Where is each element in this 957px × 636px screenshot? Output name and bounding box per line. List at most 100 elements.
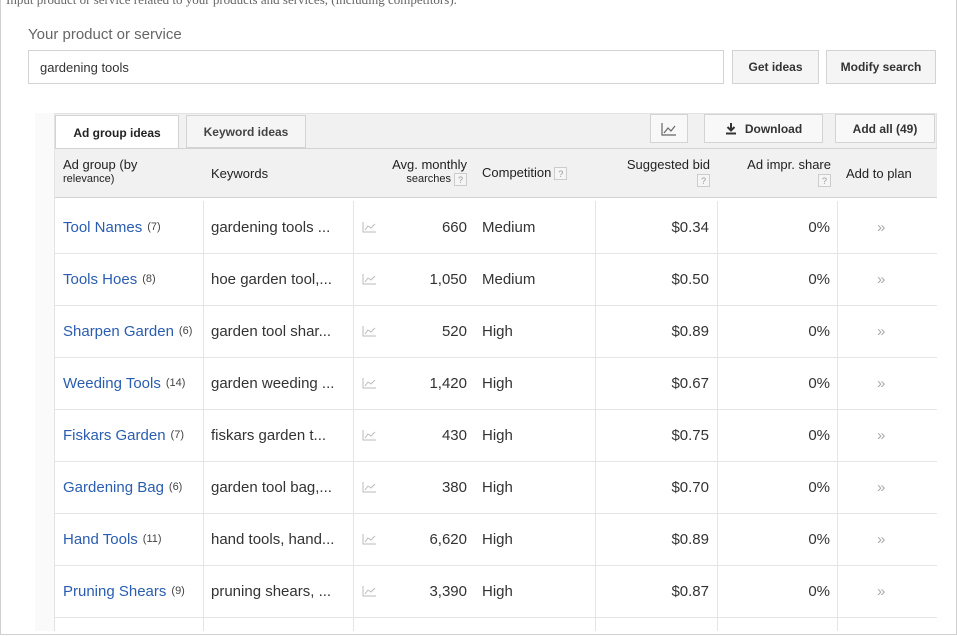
header-avg-monthly-searches[interactable]: Avg. monthly searches? [377, 157, 467, 187]
trend-icon[interactable] [362, 565, 377, 617]
ad-group-link[interactable]: Fiskars Garden (7) [63, 409, 184, 461]
header-ad-impr-share[interactable]: Ad impr. share ? [731, 157, 831, 188]
table-row: Hand Tools (11) hand tools, hand... 6,620… [55, 513, 937, 566]
header-share-label: Ad impr. share [747, 157, 831, 172]
searches-cell: 520 [441, 322, 467, 340]
ad-group-name[interactable]: Pruning Shears [63, 583, 166, 600]
ad-group-link[interactable]: Weeding Tools (14) [63, 357, 185, 409]
modify-search-button[interactable]: Modify search [826, 50, 936, 84]
searches-cell: 660 [441, 218, 467, 236]
ad-group-name[interactable]: Sharpen Garden [63, 323, 174, 340]
top-clip-text: Input product or service related to your… [0, 0, 957, 8]
add-to-plan-icon[interactable]: » [877, 253, 885, 305]
ad-group-link[interactable]: Hand Tools (11) [63, 513, 162, 565]
trend-icon[interactable] [362, 409, 377, 461]
header-searches-line2: searches [406, 173, 451, 185]
ad-group-count: (8) [142, 273, 156, 285]
chart-toggle-button[interactable] [650, 114, 688, 143]
tab-keyword-ideas[interactable]: Keyword ideas [186, 115, 306, 148]
header-ad-group[interactable]: Ad group (by relevance) [63, 158, 137, 186]
download-button[interactable]: Download [704, 114, 823, 143]
get-ideas-button[interactable]: Get ideas [732, 50, 819, 84]
keywords-cell: gardening tools ... [211, 218, 331, 236]
add-all-button[interactable]: Add all (49) [835, 114, 935, 143]
keywords-cell: hoe garden tool,... [211, 270, 332, 288]
header-competition[interactable]: Competition? [482, 165, 568, 181]
help-icon[interactable]: ? [554, 167, 568, 181]
keywords-cell: garden tool shar... [211, 322, 332, 340]
searches-cell: 380 [441, 478, 467, 496]
tab-ad-group-ideas[interactable]: Ad group ideas [55, 115, 179, 150]
bid-cell: $0.87 [671, 582, 709, 600]
share-cell: 0% [808, 582, 830, 600]
ad-group-name[interactable]: Hand Tools [63, 531, 138, 548]
help-icon[interactable]: ? [697, 174, 710, 188]
ad-group-link[interactable]: Sharpen Garden (6) [63, 305, 192, 357]
share-cell: 0% [808, 218, 830, 236]
ad-group-name[interactable]: Gardening Bag [63, 479, 164, 496]
searches-cell: 3,390 [429, 582, 467, 600]
ad-group-count: (9) [171, 585, 185, 597]
add-to-plan-icon[interactable]: » [877, 201, 885, 253]
ad-group-name[interactable]: Fiskars Garden [63, 427, 166, 444]
header-searches-line1: Avg. monthly [392, 157, 467, 172]
keywords-cell: garden weeding ... [211, 374, 335, 392]
table-row: Tool Names (7) gardening tools ... 660 Me… [55, 201, 937, 254]
ad-group-count: (14) [165, 377, 186, 389]
trend-icon[interactable] [362, 201, 377, 253]
competition-cell: High [482, 582, 513, 600]
ad-group-count: (6) [178, 325, 193, 337]
competition-cell: Medium [482, 270, 536, 288]
download-label: Download [744, 121, 803, 136]
table-row: Pruning Shears (9) pruning shears, ... 3,… [55, 565, 937, 618]
add-to-plan-icon[interactable]: » [877, 461, 885, 513]
help-icon[interactable]: ? [818, 174, 831, 188]
header-suggested-bid[interactable]: Suggested bid ? [610, 157, 710, 188]
table-header: Ad group (by relevance) Keywords Avg. mo… [55, 149, 937, 198]
trend-icon[interactable] [362, 357, 377, 409]
ad-group-name[interactable]: Weeding Tools [63, 375, 161, 392]
ad-group-link[interactable]: Tools Hoes (8) [63, 253, 156, 305]
table-row: Weeding Tools (14) garden weeding ... 1,4… [55, 357, 937, 410]
share-cell: 0% [808, 374, 830, 392]
chart-icon [661, 122, 676, 136]
add-to-plan-icon[interactable]: » [877, 305, 885, 357]
trend-icon[interactable] [362, 461, 377, 513]
ad-group-table: Ad group (by relevance) Keywords Avg. mo… [55, 148, 937, 631]
ad-group-link[interactable]: Tool Names (7) [63, 201, 161, 253]
add-to-plan-icon[interactable]: » [877, 409, 885, 461]
bid-cell: $0.70 [671, 478, 709, 496]
ad-group-name[interactable]: Tools Hoes [63, 271, 137, 288]
ad-group-count: (6) [168, 481, 183, 493]
ad-group-link[interactable]: Gardening Bag (6) [63, 461, 182, 513]
share-cell: 0% [808, 426, 830, 444]
header-keywords: Keywords [211, 166, 269, 181]
share-cell: 0% [808, 478, 830, 496]
trend-icon[interactable] [362, 513, 377, 565]
add-to-plan-icon[interactable]: » [877, 357, 885, 409]
ad-group-link[interactable]: Pruning Shears (9) [63, 565, 185, 617]
add-to-plan-icon[interactable]: » [877, 565, 885, 617]
product-label: Your product or service [28, 26, 182, 43]
bid-cell: $0.50 [671, 270, 709, 288]
header-bid-label: Suggested bid [626, 157, 710, 172]
competition-cell: High [482, 426, 513, 444]
share-cell: 0% [808, 530, 830, 548]
add-to-plan-icon[interactable]: » [877, 513, 885, 565]
ad-group-name[interactable]: Tool Names [63, 219, 142, 236]
results-panel-gutter [35, 113, 55, 631]
share-cell: 0% [808, 270, 830, 288]
trend-icon[interactable] [362, 253, 377, 305]
ad-group-count: (11) [142, 533, 162, 545]
searches-cell: 1,050 [429, 270, 467, 288]
bid-cell: $0.89 [671, 322, 709, 340]
competition-cell: High [482, 530, 513, 548]
bid-cell: $0.89 [671, 530, 709, 548]
product-search-input[interactable] [28, 50, 724, 84]
table-row: Sharpen Garden (6) garden tool shar... 52… [55, 305, 937, 358]
header-ad-group-line1: Ad group (by [63, 157, 138, 172]
help-icon[interactable]: ? [454, 172, 467, 186]
trend-icon[interactable] [362, 305, 377, 357]
ad-group-count: (7) [170, 429, 184, 441]
keywords-cell: fiskars garden t... [211, 426, 327, 444]
